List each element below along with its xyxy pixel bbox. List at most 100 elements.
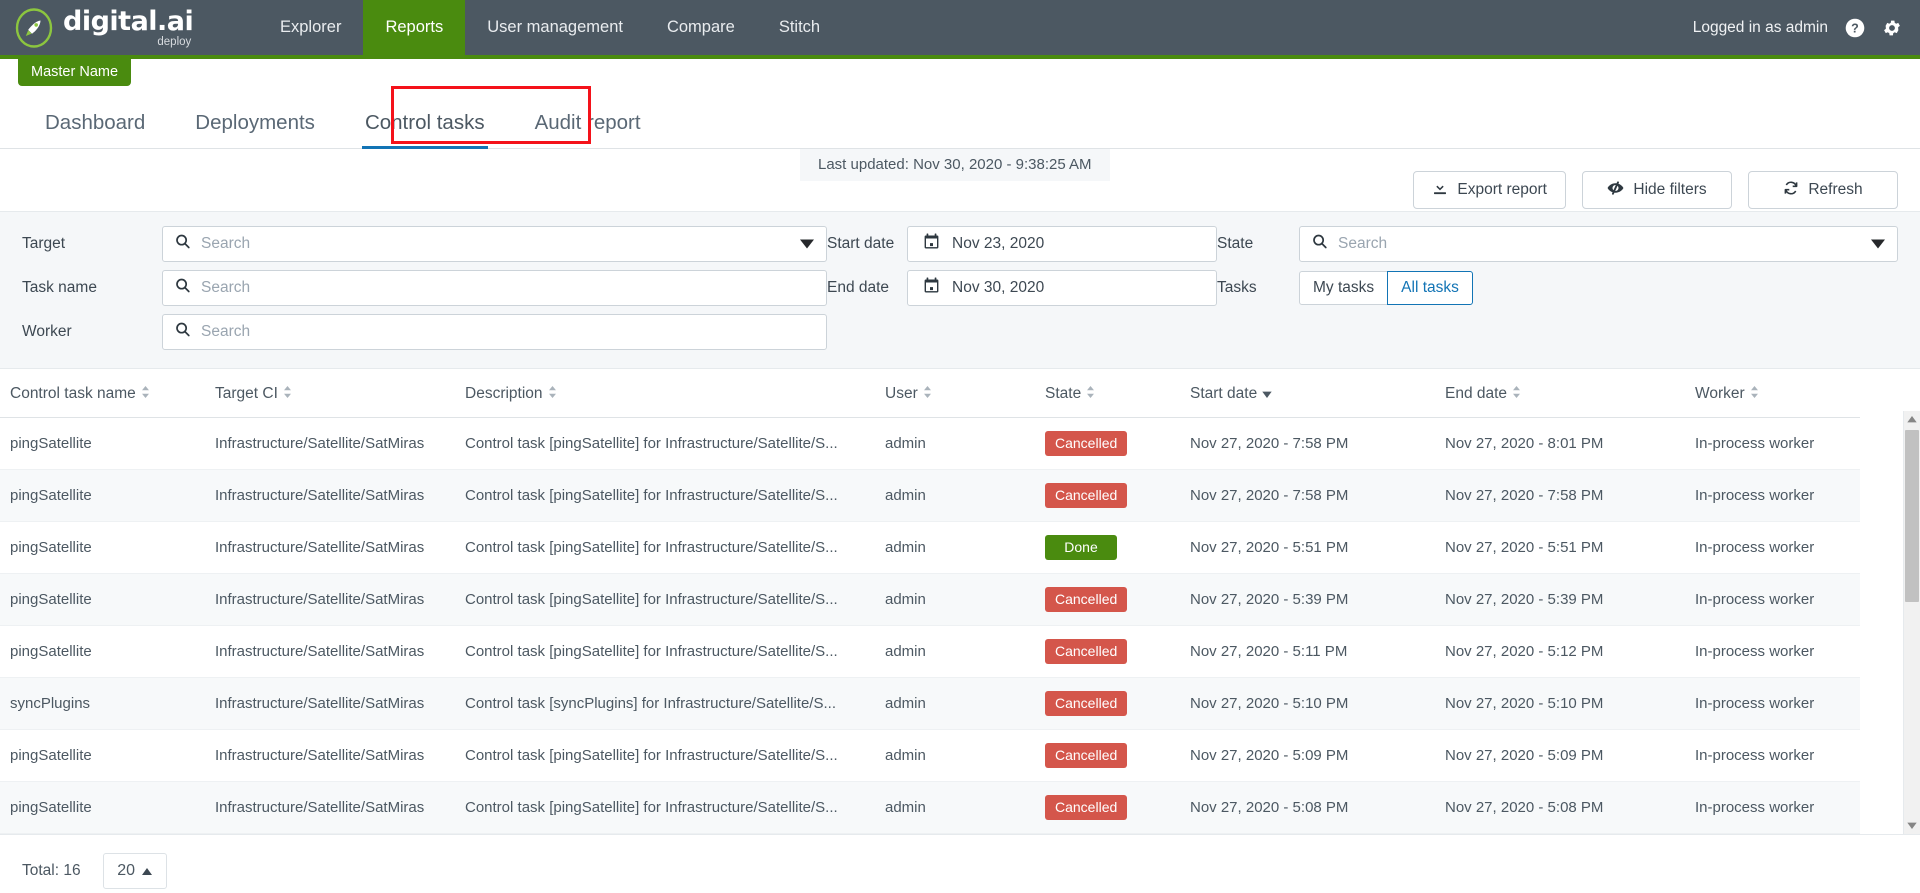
start-date-cell: Nov 27, 2020 - 7:58 PM [1190,487,1349,505]
scroll-down-arrow-icon[interactable] [1904,817,1920,834]
col-header-state[interactable]: State [1035,369,1180,419]
nav-item-explorer[interactable]: Explorer [258,0,363,55]
filter-target-input[interactable] [162,226,827,262]
export-report-button[interactable]: Export report [1413,171,1566,209]
filter-label-tasks: Tasks [1217,279,1257,296]
col-header-target-ci[interactable]: Target CI [205,369,455,419]
sort-icon-neutral [283,385,292,403]
filter-task-name-control [162,270,827,306]
target-ci-cell: Infrastructure/Satellite/SatMiras [215,695,425,713]
filter-end-date-control [907,270,1217,306]
task-name-cell: syncPlugins [10,695,91,713]
hide-filters-button[interactable]: Hide filters [1582,171,1732,209]
state-cell: Done [1035,522,1180,574]
state-cell: Cancelled [1035,730,1180,782]
refresh-button[interactable]: Refresh [1748,171,1898,209]
description-cell: Control task [syncPlugins] for Infrastru… [465,695,836,713]
scroll-up-arrow-icon[interactable] [1904,411,1920,428]
table-row[interactable]: pingSatellite Infrastructure/Satellite/Sa… [0,730,1860,782]
filters-panel: Target Start date State Task name End da… [0,211,1920,369]
scrollbar-thumb[interactable] [1905,430,1919,602]
col-header-end-date[interactable]: End date [1435,369,1685,419]
col-header-worker[interactable]: Worker [1685,369,1860,419]
col-label: User [885,385,918,403]
user-cell: admin [885,695,926,713]
filter-state-control [1299,226,1898,262]
task-name-cell: pingSatellite [10,747,92,765]
user-cell: admin [885,799,926,817]
state-cell: Cancelled [1035,470,1180,522]
brand-logo-block[interactable]: digital.ai deploy [0,7,250,48]
gear-icon[interactable] [1882,18,1902,38]
table-vertical-scrollbar[interactable] [1903,411,1920,835]
brand-product: deploy [157,36,192,48]
worker-cell: In-process worker [1695,695,1815,713]
report-tabs: Dashboard Deployments Control tasks Audi… [0,84,1920,149]
user-cell: admin [885,435,926,453]
col-label: Worker [1695,385,1745,403]
tasks-toggle-group: My tasks All tasks [1299,271,1898,305]
table-header: Control task name Target CI Description … [0,369,1860,419]
filter-end-date-input[interactable] [907,270,1217,306]
user-cell: admin [885,591,926,609]
worker-cell: In-process worker [1695,539,1815,557]
table-header-row: Control task name Target CI Description … [0,369,1860,419]
start-date-cell: Nov 27, 2020 - 5:11 PM [1190,643,1348,661]
tab-control-tasks[interactable]: Control tasks [340,112,510,149]
nav-item-reports[interactable]: Reports [363,0,466,55]
filter-start-date-input[interactable] [907,226,1217,262]
end-date-cell: Nov 27, 2020 - 7:58 PM [1445,487,1604,505]
my-tasks-toggle[interactable]: My tasks [1299,271,1389,305]
nav-right-group: Logged in as admin ? [1693,18,1920,38]
table-row[interactable]: syncPlugins Infrastructure/Satellite/SatM… [0,677,1860,730]
target-ci-cell: Infrastructure/Satellite/SatMiras [215,747,425,765]
col-label: Description [465,385,543,403]
task-name-cell: pingSatellite [10,799,92,817]
col-label: End date [1445,385,1508,403]
table-row[interactable]: pingSatellite Infrastructure/Satellite/Sa… [0,626,1860,678]
page-size-selector[interactable]: 20 [102,853,167,890]
tab-audit-report[interactable]: Audit report [510,112,666,148]
col-label: Start date [1190,385,1258,403]
main-nav-items: Explorer Reports User management Compare… [258,0,842,55]
status-badge: Cancelled [1045,587,1128,613]
col-header-user[interactable]: User [875,369,1035,419]
sort-icon-neutral [1512,385,1521,403]
target-ci-cell: Infrastructure/Satellite/SatMiras [215,591,425,609]
last-updated-label: Last updated: Nov 30, 2020 - 9:38:25 AM [800,149,1110,181]
table-row[interactable]: pingSatellite Infrastructure/Satellite/Sa… [0,469,1860,522]
col-header-start-date[interactable]: Start date [1180,369,1435,419]
description-cell: Control task [pingSatellite] for Infrast… [465,435,838,453]
table-row[interactable]: pingSatellite Infrastructure/Satellite/Sa… [0,781,1860,834]
table-row[interactable]: pingSatellite Infrastructure/Satellite/Sa… [0,418,1860,470]
control-tasks-table: Control task name Target CI Description … [0,369,1860,834]
col-header-description[interactable]: Description [455,369,875,419]
filter-label-end-date: End date [827,279,890,296]
filter-task-name-input[interactable] [162,270,827,306]
filter-worker-input[interactable] [162,314,827,350]
description-cell: Control task [pingSatellite] for Infrast… [465,591,838,609]
nav-item-compare[interactable]: Compare [645,0,757,55]
help-circle-icon[interactable]: ? [1845,18,1865,38]
task-name-cell: pingSatellite [10,435,92,453]
nav-item-user-management[interactable]: User management [465,0,645,55]
tab-deployments[interactable]: Deployments [170,112,340,148]
all-tasks-toggle[interactable]: All tasks [1387,271,1473,305]
nav-item-stitch[interactable]: Stitch [757,0,842,55]
worker-cell: In-process worker [1695,487,1815,505]
tab-dashboard[interactable]: Dashboard [20,112,170,148]
export-report-label: Export report [1457,181,1547,198]
state-cell: Cancelled [1035,626,1180,678]
brand-text: digital.ai deploy [63,8,194,48]
target-ci-cell: Infrastructure/Satellite/SatMiras [215,435,425,453]
table-body: pingSatellite Infrastructure/Satellite/Sa… [0,418,1860,834]
hide-filters-label: Hide filters [1633,181,1707,198]
end-date-cell: Nov 27, 2020 - 5:08 PM [1445,799,1604,817]
total-count-label: Total: 16 [22,862,81,880]
filter-state-input[interactable] [1299,226,1898,262]
table-row[interactable]: pingSatellite Infrastructure/Satellite/Sa… [0,522,1860,574]
start-date-cell: Nov 27, 2020 - 5:39 PM [1190,591,1349,609]
state-cell: Cancelled [1035,782,1180,834]
col-header-control-task-name[interactable]: Control task name [0,369,205,419]
table-row[interactable]: pingSatellite Infrastructure/Satellite/Sa… [0,573,1860,626]
